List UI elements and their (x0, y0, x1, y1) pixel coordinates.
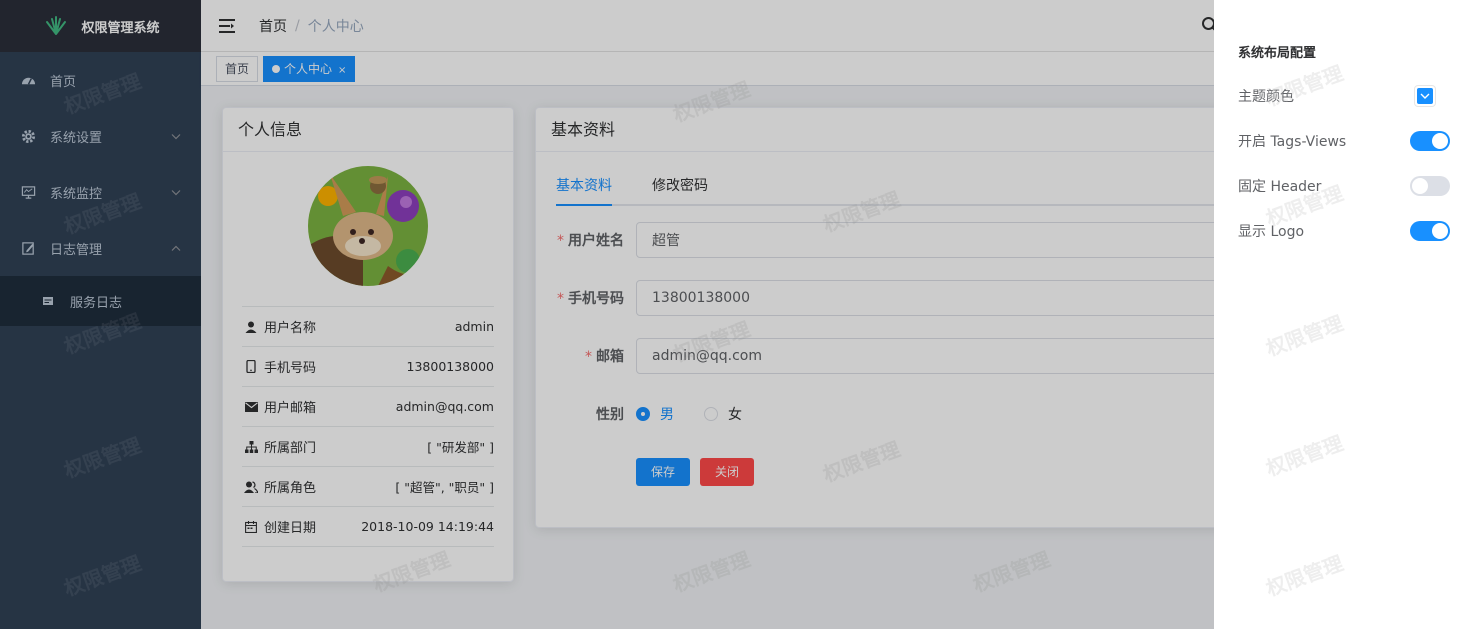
drawer-overlay[interactable] (0, 0, 1214, 629)
toggle-knob (1412, 177, 1428, 194)
theme-color-picker[interactable] (1414, 84, 1436, 107)
setting-theme-color: 主题颜色 (1238, 84, 1450, 107)
setting-fixed-header: 固定 Header (1238, 175, 1450, 196)
fixed-header-toggle[interactable] (1410, 175, 1450, 196)
setting-show-logo: 显示 Logo (1238, 220, 1450, 241)
watermark: 权限管理 (1262, 430, 1347, 481)
chevron-down-icon (1420, 93, 1430, 99)
toggle-knob (1432, 132, 1448, 149)
toggle-knob (1432, 222, 1448, 239)
tags-views-toggle[interactable] (1410, 130, 1450, 151)
show-logo-toggle[interactable] (1410, 220, 1450, 241)
color-swatch (1417, 87, 1433, 104)
setting-label: 主题颜色 (1238, 88, 1294, 105)
settings-drawer: 系统布局配置 主题颜色 开启 Tags-Views 固定 Header 显示 L… (1214, 0, 1474, 629)
setting-tags-views: 开启 Tags-Views (1238, 130, 1450, 151)
setting-label: 显示 Logo (1238, 223, 1305, 240)
drawer-title: 系统布局配置 (1238, 46, 1317, 61)
setting-label: 固定 Header (1238, 178, 1322, 195)
watermark: 权限管理 (1262, 310, 1347, 361)
watermark: 权限管理 (1262, 550, 1347, 601)
setting-label: 开启 Tags-Views (1238, 133, 1347, 150)
